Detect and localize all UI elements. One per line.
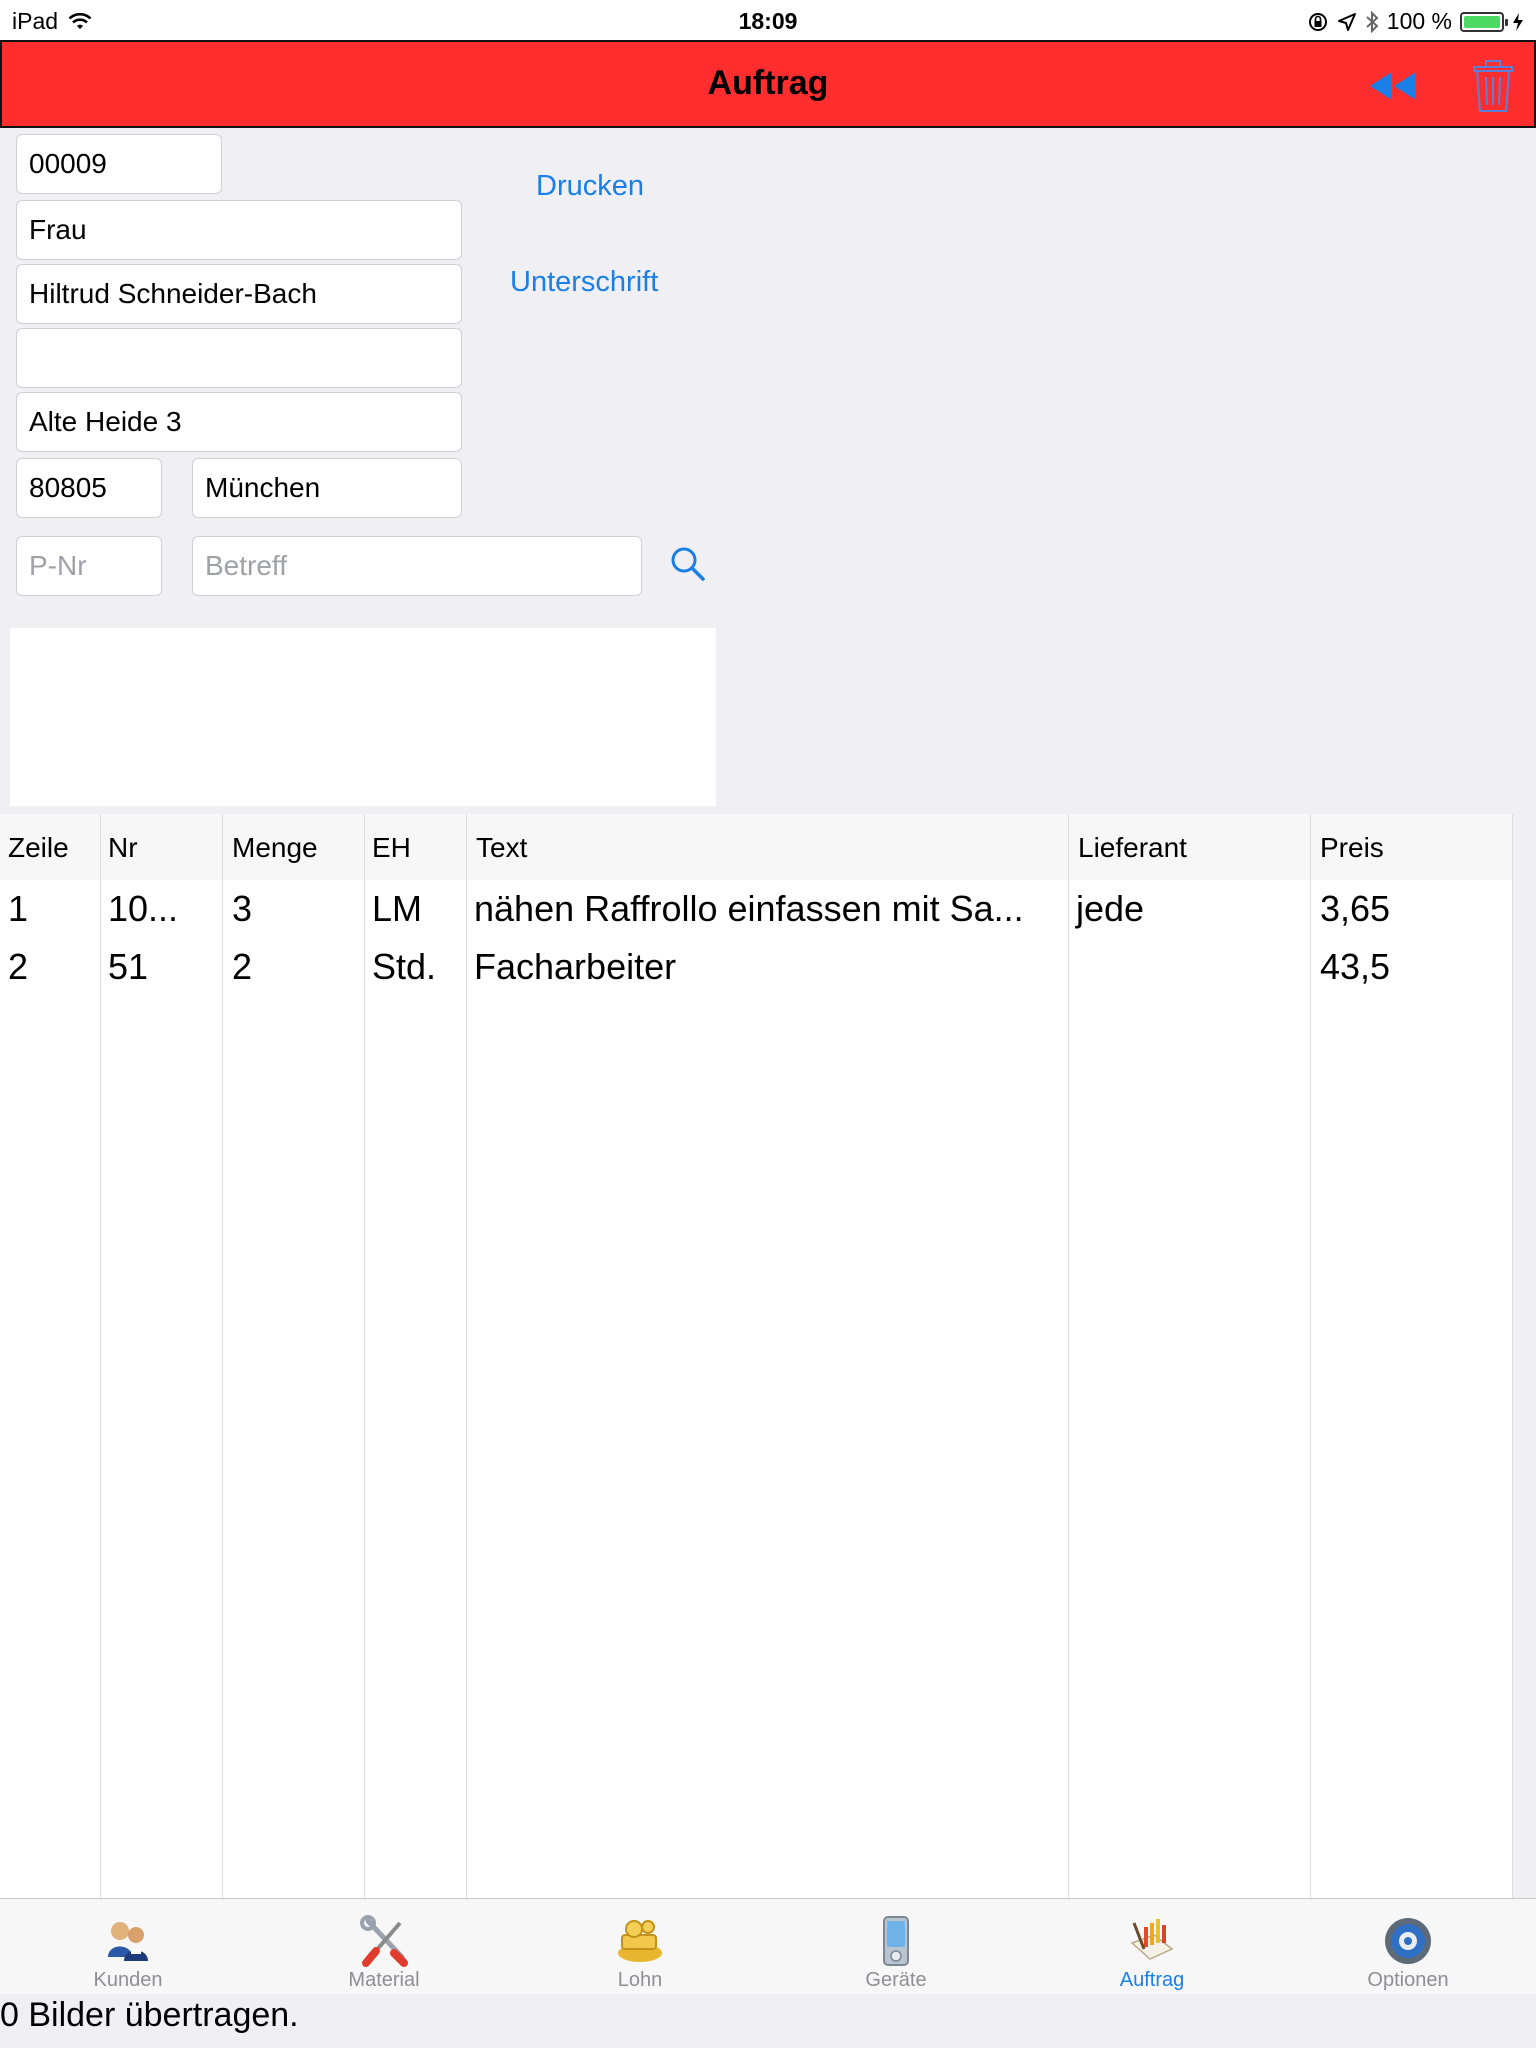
clock: 18:09 [738,8,798,34]
order-icon [1130,1919,1174,1960]
status-bar: iPad 18:09 100 % [0,0,1536,40]
notes-area[interactable] [10,628,716,806]
col-preis-cell: 43,5 [1320,946,1391,987]
empty-table-row[interactable] [0,1112,1512,1171]
column-divider [1512,814,1513,1900]
navigation-bar: Auftrag [0,40,1536,128]
pnr-input[interactable] [16,536,162,596]
empty-table-row[interactable] [0,1518,1512,1577]
tab-kunden[interactable]: Kunden [0,1899,256,1995]
col-preis-header[interactable]: Preis [1320,832,1384,864]
tab-label: Auftrag [1119,1969,1185,1991]
empty-table-row[interactable] [0,1692,1512,1751]
bluetooth-icon [1366,10,1379,33]
battery-icon [1460,11,1508,32]
tab-optionen[interactable]: Optionen [1280,1899,1536,1995]
tab-label: Optionen [1367,1969,1449,1991]
search-button[interactable] [670,546,710,586]
empty-table-row[interactable] [0,1460,1512,1519]
col-zeile-cell: 1 [8,888,29,929]
tab-label: Kunden [93,1969,163,1991]
rotation-lock-icon [1308,12,1327,31]
col-preis-cell: 3,65 [1320,888,1391,929]
empty-table-row[interactable] [0,1228,1512,1287]
tab-auftrag[interactable]: Auftrag [1024,1899,1280,1995]
col-zeile-cell: 2 [8,946,29,987]
col-zeile-header[interactable]: Zeile [8,832,69,864]
rewind-icon [1370,72,1416,100]
zip-field[interactable] [16,458,162,518]
col-menge-header[interactable]: Menge [232,832,318,864]
subject-input[interactable] [192,536,642,596]
name-field[interactable] [16,264,462,324]
empty-table-row[interactable] [0,1808,1512,1867]
money-icon [618,1920,662,1962]
table-row[interactable]: 1 10... 3 LM nähen Raffrollo einfassen mit S… [0,880,1512,939]
empty-table-row[interactable] [0,1054,1512,1113]
signature-link[interactable]: Unterschrift [510,266,658,299]
tab-lohn[interactable]: Lohn [512,1899,768,1995]
empty-table-row[interactable] [0,1750,1512,1809]
col-nr-header[interactable]: Nr [108,832,138,864]
empty-table-row[interactable] [0,1286,1512,1345]
print-link[interactable]: Drucken [536,170,644,203]
transfer-status: 0 Bilder übertragen. [0,1996,299,2034]
col-nr-cell: 10... [108,888,179,929]
tab-bar: Kunden Material Lohn Geräte Auftrag Opti… [0,1898,1536,1994]
city-field[interactable] [192,458,462,518]
name2-field[interactable] [16,328,462,388]
salutation-field[interactable] [16,200,462,260]
col-text-cell: Facharbeiter [474,946,677,987]
col-menge-cell: 3 [232,888,253,929]
options-icon [1385,1918,1431,1964]
charging-icon [1513,12,1523,31]
col-text-cell: nähen Raffrollo einfassen mit Sa... [474,888,1024,929]
empty-table-row[interactable] [0,1634,1512,1693]
device-icon [883,1916,909,1966]
page-title: Auftrag [707,64,829,102]
back-button[interactable] [1366,60,1420,112]
col-lieferant-header[interactable]: Lieferant [1078,832,1187,864]
delete-button[interactable] [1466,60,1520,112]
customers-icon [108,1922,148,1961]
table-row[interactable]: 2 51 2 Std. Facharbeiter 43,5 [0,938,1512,997]
col-menge-cell: 2 [232,946,253,987]
tab-material[interactable]: Material [256,1899,512,1995]
trash-icon [1473,60,1513,112]
street-field[interactable] [16,392,462,452]
battery-percentage: 100 % [1386,8,1452,34]
empty-table-row[interactable] [0,1344,1512,1403]
tab-label: Material [348,1969,420,1991]
col-nr-cell: 51 [108,946,149,987]
tools-icon [360,1915,408,1967]
tab-label: Geräte [865,1969,927,1991]
empty-table-row[interactable] [0,996,1512,1055]
col-text-header[interactable]: Text [476,832,527,864]
table-header: Zeile Nr Menge EH Text Lieferant Preis [0,814,1512,881]
tab-label: Lohn [617,1969,663,1991]
order-number-field[interactable] [16,134,222,194]
search-icon [671,547,705,581]
col-lieferant-cell: jede [1076,888,1145,929]
tab-geraete[interactable]: Geräte [768,1899,1024,1995]
col-eh-cell: LM [372,888,423,929]
empty-table-row[interactable] [0,1170,1512,1229]
empty-table-row[interactable] [0,1402,1512,1461]
col-eh-header[interactable]: EH [372,832,411,864]
col-eh-cell: Std. [372,946,437,987]
location-icon [1337,12,1356,31]
empty-table-row[interactable] [0,1576,1512,1635]
